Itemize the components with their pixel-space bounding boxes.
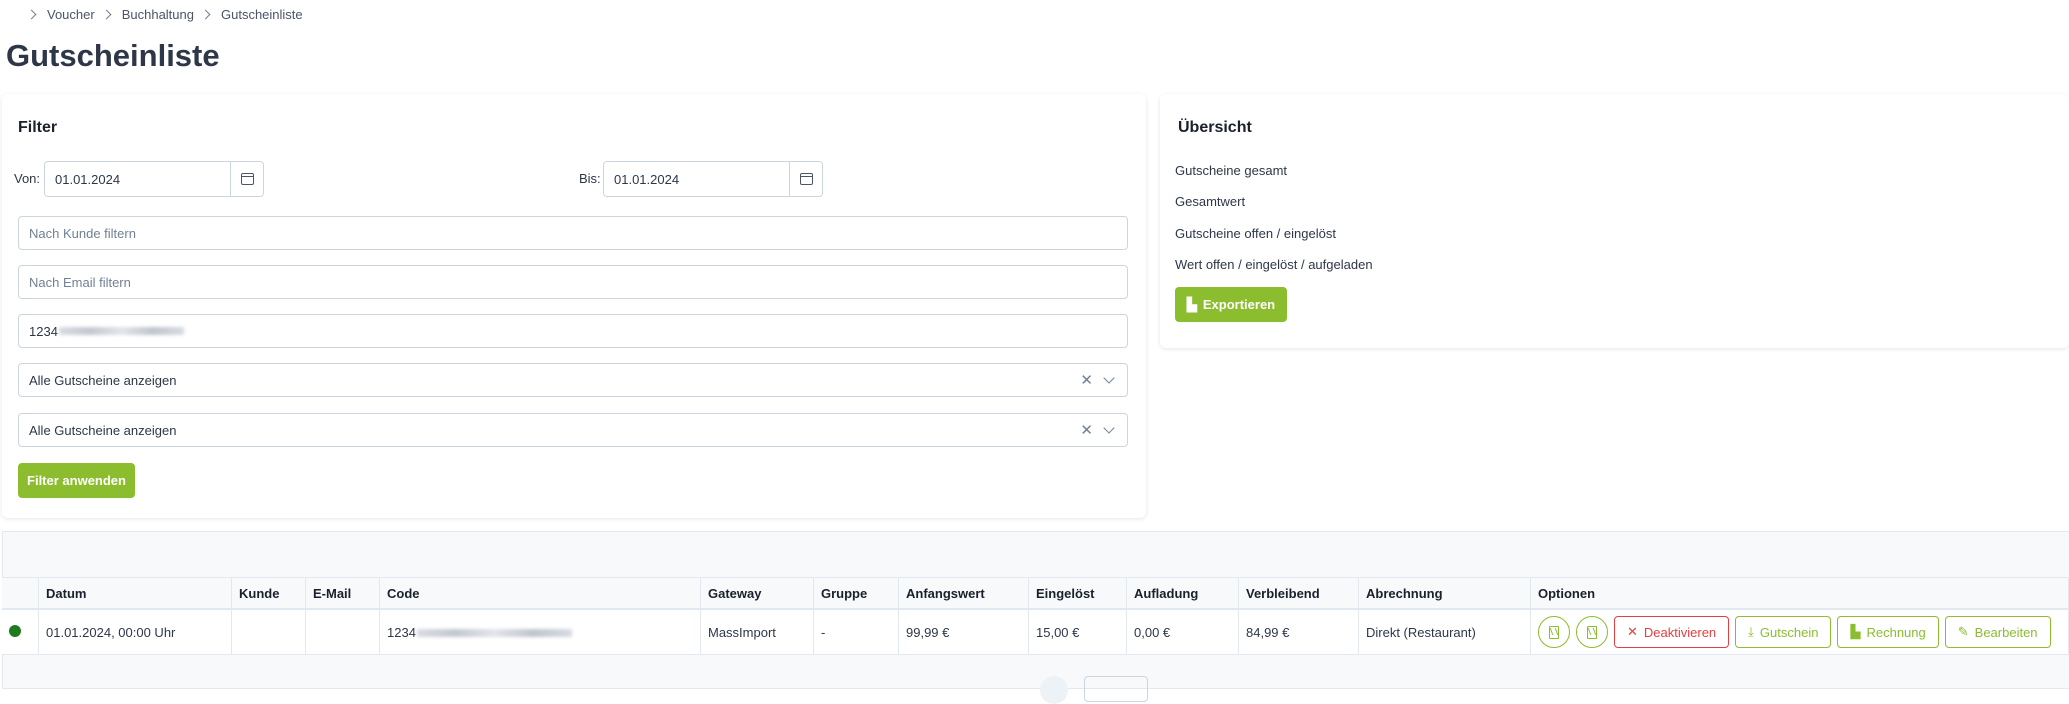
col-anfangswert[interactable]: Anfangswert (898, 577, 1029, 610)
col-email[interactable]: E-Mail (305, 577, 380, 610)
cell-kunde (231, 609, 306, 655)
col-gruppe[interactable]: Gruppe (813, 577, 899, 610)
col-kunde[interactable]: Kunde (231, 577, 306, 610)
col-abrechnung[interactable]: Abrechnung (1358, 577, 1531, 610)
file-invoice-icon: ▙ (1850, 624, 1861, 639)
overview-card (1160, 94, 2069, 348)
expiry-button[interactable] (1576, 616, 1608, 648)
redacted-code (58, 327, 184, 335)
breadcrumb-voucher[interactable]: Voucher (47, 7, 95, 22)
calendar-icon (799, 173, 813, 185)
chevron-right-icon (101, 9, 112, 19)
code-filter-value: 1234 (29, 323, 58, 339)
export-label: Exportieren (1202, 297, 1276, 312)
status-cell (2, 609, 39, 655)
col-code[interactable]: Code (379, 577, 701, 610)
cell-aufladung: 0,00 € (1126, 609, 1239, 655)
apply-filter-button[interactable]: Filter anwenden (18, 463, 135, 498)
cell-datum: 01.01.2024, 00:00 Uhr (38, 609, 232, 655)
to-label: Bis: (579, 171, 601, 186)
overview-title: Übersicht (1178, 119, 1252, 136)
chevron-right-icon (26, 9, 37, 19)
cell-abrechnung: Direkt (Restaurant) (1358, 609, 1531, 655)
from-date-input[interactable] (45, 162, 230, 196)
col-eingeloest[interactable]: Eingelöst (1028, 577, 1127, 610)
email-filter-input[interactable] (18, 265, 1128, 299)
breadcrumb: Voucher Buchhaltung Gutscheinliste (26, 6, 303, 22)
overview-open-redeemed: Gutscheine offen / eingelöst (1175, 226, 1336, 241)
close-icon: ✕ (1627, 624, 1638, 639)
page-button[interactable] (1040, 676, 1068, 704)
hourglass-icon (1587, 625, 1597, 639)
col-status (2, 577, 39, 610)
col-datum[interactable]: Datum (38, 577, 232, 610)
select-value: Alle Gutscheine anzeigen (29, 422, 177, 438)
clear-icon[interactable]: ✕ (1080, 371, 1093, 389)
history-button[interactable] (1538, 616, 1570, 648)
cell-optionen: ✕ Deaktivieren ⤓ Gutschein ▙ Rechnung ✎ … (1530, 609, 2069, 655)
overview-total-value: Gesamtwert (1175, 194, 1246, 209)
breadcrumb-buchhaltung[interactable]: Buchhaltung (122, 7, 194, 22)
edit-label: Bearbeiten (1974, 624, 2038, 640)
to-date-picker-button[interactable] (789, 162, 822, 196)
from-date-group (44, 161, 264, 197)
filter-card (2, 94, 1146, 518)
hourglass-icon (1549, 625, 1559, 639)
select-value: Alle Gutscheine anzeigen (29, 372, 177, 388)
customer-filter-input[interactable] (18, 216, 1128, 250)
chevron-down-icon[interactable] (1103, 372, 1115, 384)
voucher-label: Gutschein (1759, 624, 1819, 640)
clear-icon[interactable]: ✕ (1080, 421, 1093, 439)
overview-total-count: Gutscheine gesamt (1175, 163, 1288, 178)
deactivate-label: Deaktivieren (1643, 624, 1717, 640)
code-value: 1234 (387, 624, 416, 640)
redacted-code (416, 629, 572, 638)
voucher-type-select[interactable]: Alle Gutscheine anzeigen ✕ (18, 413, 1128, 447)
to-date-input[interactable] (604, 162, 789, 196)
export-button[interactable]: ▙ Exportieren (1175, 287, 1287, 322)
col-aufladung[interactable]: Aufladung (1126, 577, 1239, 610)
pagination (1040, 676, 1148, 704)
invoice-button[interactable]: ▙ Rechnung (1837, 616, 1939, 648)
to-date-group (603, 161, 823, 197)
overview-value-breakdown: Wert offen / eingelöst / aufgeladen (1175, 257, 1373, 272)
col-verbleibend[interactable]: Verbleibend (1238, 577, 1359, 610)
cell-code: 1234 (379, 609, 701, 655)
cell-email (305, 609, 380, 655)
voucher-table: Datum Kunde E-Mail Code Gateway Gruppe A… (2, 577, 2069, 655)
col-gateway[interactable]: Gateway (700, 577, 814, 610)
invoice-label: Rechnung (1866, 624, 1926, 640)
table-row: 01.01.2024, 00:00 Uhr 1234 MassImport - … (2, 609, 2069, 655)
pencil-icon: ✎ (1957, 624, 1969, 639)
chevron-down-icon[interactable] (1103, 422, 1115, 434)
status-active-dot (9, 624, 21, 637)
cell-gateway: MassImport (700, 609, 814, 655)
cell-anfangswert: 99,99 € (898, 609, 1029, 655)
chevron-right-icon (200, 9, 211, 19)
calendar-icon (240, 173, 254, 185)
page-size-select[interactable] (1084, 676, 1148, 702)
cell-eingeloest: 15,00 € (1028, 609, 1127, 655)
breadcrumb-current: Gutscheinliste (220, 6, 303, 22)
file-export-icon: ▙ (1186, 296, 1197, 312)
col-optionen: Optionen (1530, 577, 2069, 610)
voucher-status-select[interactable]: Alle Gutscheine anzeigen ✕ (18, 363, 1128, 397)
edit-button[interactable]: ✎ Bearbeiten (1944, 616, 2051, 648)
table-header-row: Datum Kunde E-Mail Code Gateway Gruppe A… (2, 577, 2069, 610)
download-voucher-button[interactable]: ⤓ Gutschein (1735, 616, 1832, 648)
from-label: Von: (14, 171, 41, 186)
cell-gruppe: - (813, 609, 899, 655)
filter-title: Filter (18, 119, 58, 136)
download-icon: ⤓ (1748, 624, 1754, 639)
page-title: Gutscheinliste (6, 38, 220, 73)
cell-verbleibend: 84,99 € (1238, 609, 1359, 655)
code-filter-input[interactable]: 1234 (18, 314, 1128, 348)
from-date-picker-button[interactable] (230, 162, 263, 196)
deactivate-button[interactable]: ✕ Deaktivieren (1614, 616, 1730, 648)
